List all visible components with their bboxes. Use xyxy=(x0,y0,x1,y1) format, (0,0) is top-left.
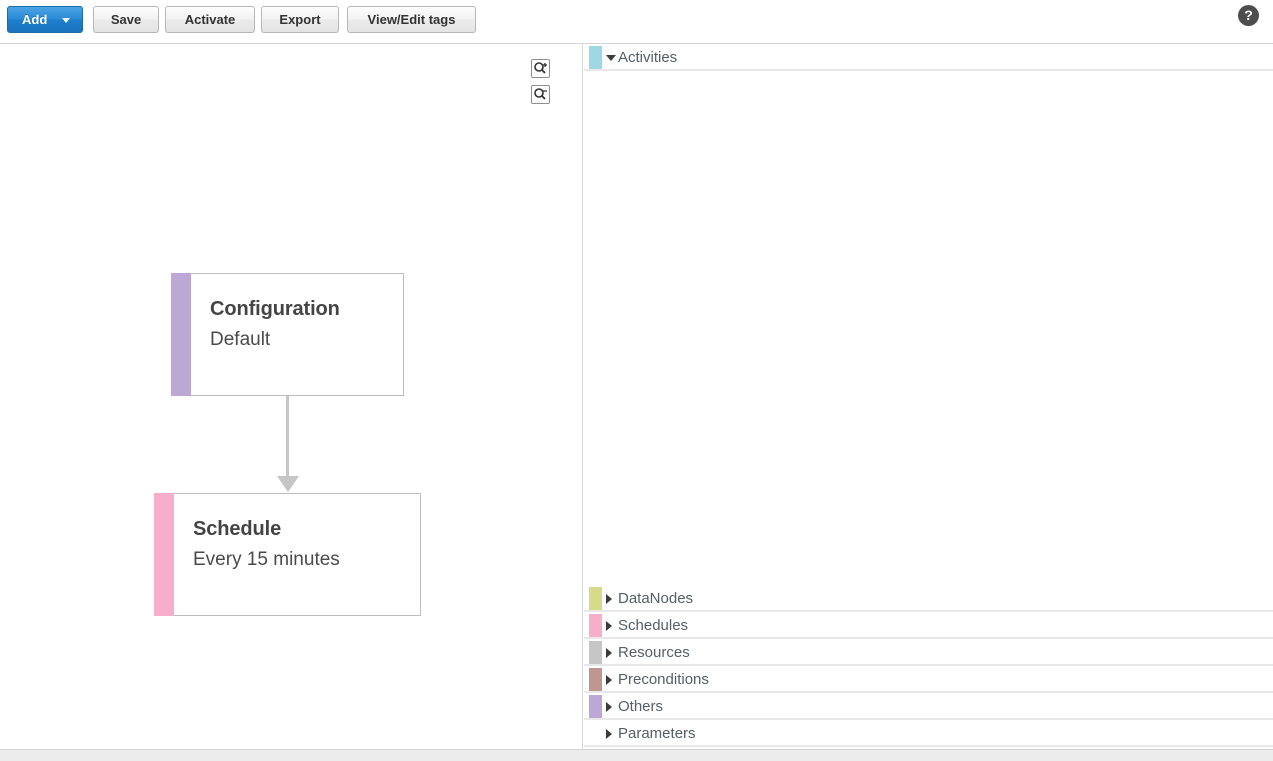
bottom-strip xyxy=(0,749,1273,761)
toolbar: Add Save Activate Export View/Edit tags … xyxy=(0,0,1273,44)
object-side-panel: Activities DataNodes Schedules Resources xyxy=(584,44,1273,749)
connector-line xyxy=(286,396,289,480)
chevron-right-icon xyxy=(606,675,612,685)
section-schedules[interactable]: Schedules xyxy=(584,612,1273,639)
chevron-down-icon xyxy=(606,55,616,61)
zoom-out-icon xyxy=(533,87,548,102)
section-label: DataNodes xyxy=(618,589,693,608)
section-datanodes[interactable]: DataNodes xyxy=(584,585,1273,612)
section-label: Schedules xyxy=(618,616,688,635)
section-color-swatch xyxy=(589,614,602,637)
section-label: Preconditions xyxy=(618,670,709,689)
chevron-right-icon xyxy=(606,594,612,604)
node-color-bar xyxy=(154,493,174,616)
export-button[interactable]: Export xyxy=(261,6,339,33)
node-subtitle: Every 15 minutes xyxy=(193,547,420,573)
pipeline-canvas[interactable]: Configuration Default Schedule Every 15 … xyxy=(0,44,583,749)
collapsed-sections: DataNodes Schedules Resources Preconditi… xyxy=(584,585,1273,747)
section-color-swatch xyxy=(589,641,602,664)
node-configuration[interactable]: Configuration Default xyxy=(171,273,404,396)
node-title: Schedule xyxy=(193,516,420,542)
section-label: Resources xyxy=(618,643,690,662)
help-icon[interactable]: ? xyxy=(1238,5,1259,26)
section-label: Parameters xyxy=(618,724,696,743)
add-button-label: Add xyxy=(22,12,47,27)
chevron-right-icon xyxy=(606,702,612,712)
node-subtitle: Default xyxy=(210,327,403,353)
section-label: Activities xyxy=(618,48,677,67)
activate-button[interactable]: Activate xyxy=(165,6,255,33)
node-body: Schedule Every 15 minutes xyxy=(174,494,420,615)
section-parameters[interactable]: Parameters xyxy=(584,720,1273,747)
section-color-swatch xyxy=(589,695,602,718)
node-color-bar xyxy=(171,273,191,396)
section-preconditions[interactable]: Preconditions xyxy=(584,666,1273,693)
section-activities[interactable]: Activities xyxy=(584,44,1273,71)
view-edit-tags-button[interactable]: View/Edit tags xyxy=(347,6,476,33)
node-title: Configuration xyxy=(210,296,403,322)
section-resources[interactable]: Resources xyxy=(584,639,1273,666)
section-color-swatch xyxy=(589,668,602,691)
pipeline-architect-page: Add Save Activate Export View/Edit tags … xyxy=(0,0,1273,761)
chevron-right-icon xyxy=(606,648,612,658)
zoom-out-button[interactable] xyxy=(531,85,550,104)
section-color-swatch xyxy=(589,722,602,745)
zoom-in-button[interactable] xyxy=(531,59,550,78)
chevron-right-icon xyxy=(606,729,612,739)
connector-arrow-icon xyxy=(277,476,299,492)
section-label: Others xyxy=(618,697,663,716)
section-color-swatch xyxy=(589,587,602,610)
save-button[interactable]: Save xyxy=(93,6,159,33)
add-button[interactable]: Add xyxy=(7,6,83,33)
node-body: Configuration Default xyxy=(191,274,403,395)
section-color-swatch xyxy=(589,46,602,69)
zoom-in-icon xyxy=(533,61,548,76)
section-others[interactable]: Others xyxy=(584,693,1273,720)
activities-list[interactable] xyxy=(584,73,1273,594)
zoom-controls xyxy=(531,59,551,111)
chevron-down-icon xyxy=(62,18,70,23)
chevron-right-icon xyxy=(606,621,612,631)
node-schedule[interactable]: Schedule Every 15 minutes xyxy=(154,493,421,616)
